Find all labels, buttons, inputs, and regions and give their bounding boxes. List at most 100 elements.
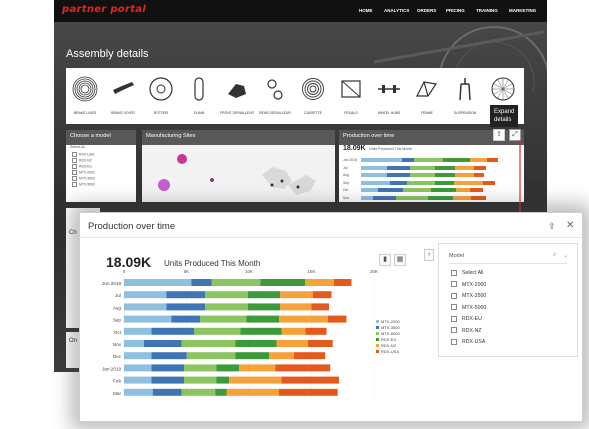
site-bubble[interactable] (296, 185, 300, 189)
filter-option[interactable]: RDX-NZ (451, 327, 482, 335)
bar-segment[interactable] (152, 388, 182, 396)
part-tile[interactable]: REAR DERAILLEUR (258, 76, 292, 126)
part-tile[interactable]: WHEEL HUBS (372, 76, 406, 126)
bar-segment[interactable] (124, 340, 144, 347)
bar-segment[interactable] (124, 388, 153, 396)
bar-segment[interactable] (276, 340, 308, 347)
part-tile[interactable]: FRAME (410, 76, 444, 126)
bar-segment[interactable] (294, 352, 326, 360)
part-tile[interactable]: BRAKE LEVER (106, 76, 140, 126)
part-tile[interactable]: CHAIN (182, 76, 216, 126)
nav-home[interactable]: HOME (359, 8, 373, 13)
filter-option[interactable]: MTX-3500 (451, 292, 486, 300)
part-tile[interactable]: PEDALS (334, 76, 368, 126)
bar-segment[interactable] (279, 315, 328, 323)
part-tile[interactable]: BRAKE LINES (68, 76, 102, 126)
bar-segment[interactable] (124, 279, 192, 286)
bar-segment[interactable] (240, 327, 282, 335)
checkbox[interactable] (72, 164, 77, 169)
bar-segment[interactable] (305, 327, 327, 335)
bar-segment[interactable] (275, 364, 331, 372)
bar-segment[interactable] (247, 303, 281, 311)
bar-segment[interactable] (166, 303, 206, 311)
checkbox[interactable] (451, 304, 457, 311)
nav-marketing[interactable]: MARKETING (509, 8, 536, 13)
bar-segment[interactable] (186, 352, 236, 360)
part-tile[interactable]: SUSPENSION (448, 76, 482, 126)
collapse-panel-icon[interactable]: › (424, 249, 434, 261)
model-checkbox-row[interactable]: MTX-3500 (72, 176, 95, 181)
filter-option[interactable]: RDX-USA (451, 338, 485, 346)
bar-segment[interactable] (171, 315, 201, 323)
bar-segment[interactable] (151, 364, 185, 372)
share-icon[interactable]: ⇪ (493, 129, 505, 141)
bar-segment[interactable] (247, 291, 281, 299)
bar-segment[interactable] (205, 291, 248, 299)
legend-item[interactable]: RDX-USA (376, 349, 400, 355)
checkbox[interactable] (72, 170, 77, 175)
filter-option[interactable]: MTX-5000 (451, 304, 486, 312)
bar-segment[interactable] (260, 279, 306, 286)
bar-segment[interactable] (124, 376, 152, 384)
bar-segment[interactable] (124, 291, 167, 299)
part-tile[interactable]: FRONT DERAILLEUR (220, 76, 254, 126)
bar-segment[interactable] (194, 327, 241, 335)
model-checkbox-row[interactable]: MTX-5000 (72, 182, 95, 187)
bar-segment[interactable] (215, 388, 227, 396)
model-checkbox-row[interactable]: MTX-2000 (72, 170, 95, 175)
model-checkbox-row[interactable]: RDX-USA (72, 152, 94, 157)
model-checkbox-row[interactable]: RDX-EU (72, 164, 92, 169)
bar-segment[interactable] (311, 303, 330, 311)
bar-segment[interactable] (281, 327, 306, 335)
checkbox[interactable] (451, 292, 457, 299)
bar-segment[interactable] (124, 352, 152, 360)
bar-segment[interactable] (281, 376, 340, 384)
bar-segment[interactable] (216, 376, 230, 384)
bar-segment[interactable] (279, 388, 338, 396)
nav-pricing[interactable]: PRICING (446, 8, 465, 13)
bar-segment[interactable] (144, 340, 182, 347)
bar-segment[interactable] (181, 388, 216, 396)
chevron-down-icon[interactable]: ⌄ (563, 252, 568, 259)
site-bubble[interactable] (270, 183, 274, 187)
bar-segment[interactable] (191, 279, 212, 286)
bar-segment[interactable] (229, 376, 282, 384)
bar-segment[interactable] (151, 327, 195, 335)
bar-segment[interactable] (269, 352, 294, 360)
bar-segment[interactable] (200, 315, 247, 323)
bar-segment[interactable] (239, 364, 276, 372)
filter-option[interactable]: RDX-EU (451, 315, 482, 323)
bar-segment[interactable] (151, 352, 187, 360)
checkbox[interactable] (451, 327, 457, 334)
checkbox[interactable] (451, 269, 457, 276)
bar-segment[interactable] (235, 340, 277, 347)
nav-training[interactable]: TRAINING (476, 8, 498, 13)
bar-segment[interactable] (184, 364, 217, 372)
model-checkbox-row[interactable]: RDX-NZ (72, 158, 92, 163)
share-icon[interactable]: ⇪ (548, 221, 556, 232)
bar-segment[interactable] (124, 364, 152, 372)
bar-segment[interactable] (151, 376, 185, 384)
bar-segment[interactable] (184, 376, 217, 384)
bar-segment[interactable] (280, 303, 312, 311)
part-tile[interactable]: ROTORS (144, 76, 178, 126)
bar-segment[interactable] (312, 291, 332, 299)
bar-segment[interactable] (246, 315, 280, 323)
site-bubble[interactable] (158, 179, 170, 191)
bar-segment[interactable] (124, 327, 152, 335)
bar-segment[interactable] (307, 340, 333, 347)
nav-analytics[interactable]: ANALYTICS (384, 8, 409, 13)
bar-segment[interactable] (166, 291, 206, 299)
bar-segment[interactable] (235, 352, 269, 360)
checkbox[interactable] (451, 281, 457, 288)
world-map[interactable] (142, 145, 335, 202)
site-bubble[interactable] (177, 154, 187, 164)
site-bubble[interactable] (280, 179, 284, 183)
bar-segment[interactable] (280, 291, 313, 299)
filter-option[interactable]: MTX-2000 (451, 281, 486, 289)
part-tile[interactable]: CASSETTE (296, 76, 330, 126)
checkbox[interactable] (72, 182, 77, 187)
filter-search-icon[interactable]: ⌕ (553, 252, 556, 259)
checkbox[interactable] (72, 176, 77, 181)
select-all-link[interactable]: Select all (70, 145, 85, 149)
